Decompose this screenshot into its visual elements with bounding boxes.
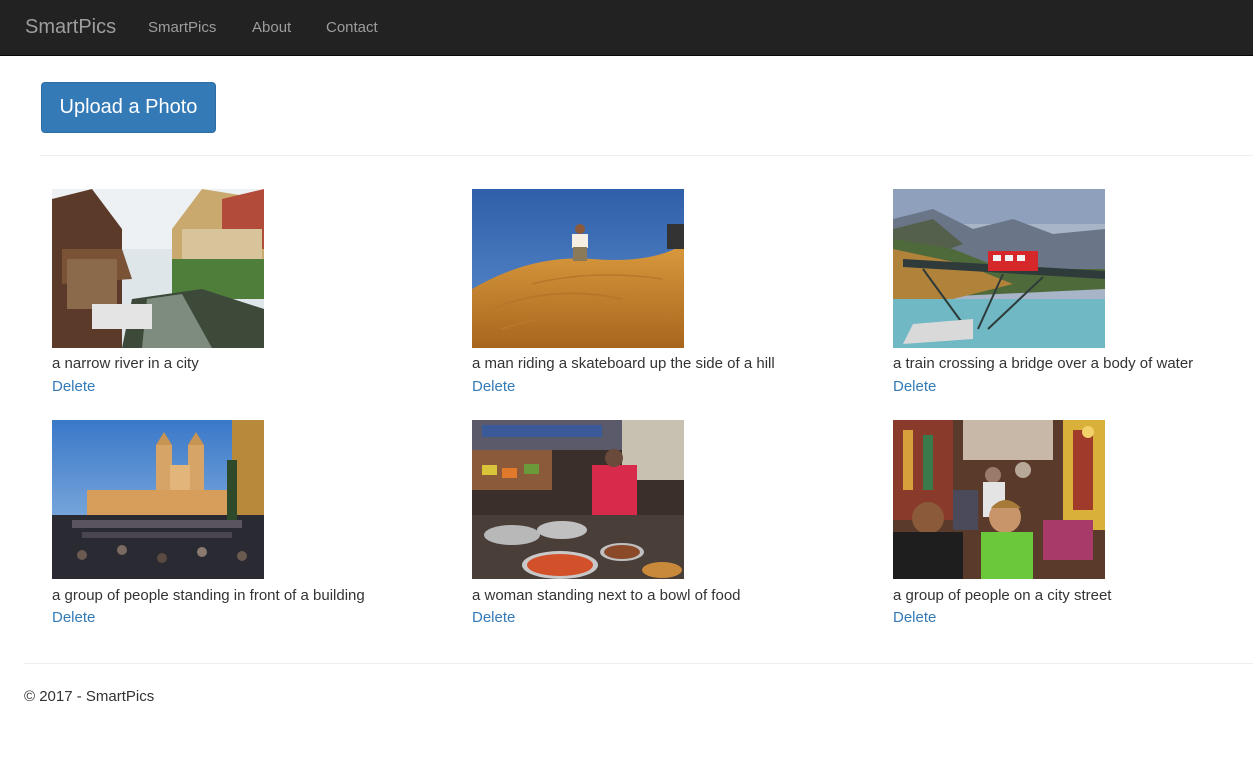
photo-caption: a narrow river in a city <box>52 355 199 372</box>
bazaar-street-photo[interactable] <box>893 420 1105 579</box>
divider <box>24 663 1253 664</box>
photo-caption: a woman standing next to a bowl of food <box>472 587 741 604</box>
photo-caption: a group of people standing in front of a… <box>52 587 365 604</box>
delete-link[interactable]: Delete <box>52 608 95 628</box>
delete-link[interactable]: Delete <box>472 377 515 397</box>
food-market-photo[interactable] <box>472 420 684 579</box>
photo-caption: a train crossing a bridge over a body of… <box>893 355 1194 372</box>
divider <box>40 155 1253 156</box>
navbar: SmartPics SmartPics About Contact <box>0 0 1253 56</box>
delete-link[interactable]: Delete <box>52 377 95 397</box>
canal-town-photo[interactable] <box>52 189 264 348</box>
footer-copyright: © 2017 - SmartPics <box>24 688 155 705</box>
brand-link[interactable]: SmartPics <box>25 15 116 39</box>
nav-link-smartpics[interactable]: SmartPics <box>148 18 216 38</box>
photo-caption: a group of people on a city street <box>893 587 1112 604</box>
mountain-train-bridge-photo[interactable] <box>893 189 1105 348</box>
delete-link[interactable]: Delete <box>893 608 936 628</box>
nav-link-about[interactable]: About <box>252 18 291 38</box>
desert-sand-photo[interactable] <box>472 189 684 348</box>
nav-link-contact[interactable]: Contact <box>326 18 378 38</box>
church-steps-photo[interactable] <box>52 420 264 579</box>
delete-link[interactable]: Delete <box>893 377 936 397</box>
upload-photo-button[interactable]: Upload a Photo <box>41 82 216 133</box>
delete-link[interactable]: Delete <box>472 608 515 628</box>
photo-caption: a man riding a skateboard up the side of… <box>472 355 775 372</box>
